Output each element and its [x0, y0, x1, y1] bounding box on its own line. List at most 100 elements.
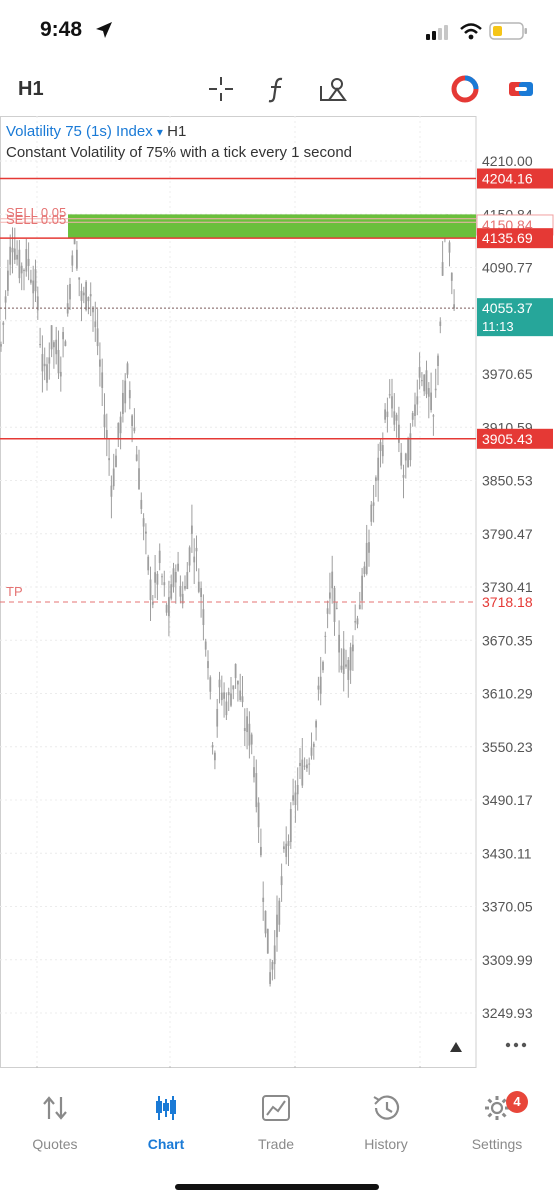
- chart-timeframe: H1: [167, 123, 187, 140]
- candle-body: [427, 388, 430, 397]
- settings-notification-badge: 4: [506, 1091, 528, 1113]
- candle-body: [2, 322, 5, 325]
- candle-body: [168, 597, 170, 617]
- candle-body: [110, 485, 113, 497]
- home-indicator: [175, 1184, 379, 1190]
- candle-body: [340, 665, 343, 670]
- chart-shift-icon[interactable]: [450, 1042, 462, 1052]
- candle-body: [379, 442, 382, 451]
- candle-body: [0, 344, 2, 347]
- candle-body: [202, 609, 205, 625]
- indicators-icon[interactable]: [262, 74, 292, 104]
- candle-body: [112, 468, 115, 487]
- tab-trade[interactable]: Trade: [221, 1093, 331, 1152]
- tab-history-label: History: [364, 1136, 408, 1152]
- candle-body: [20, 265, 23, 274]
- candle-body: [209, 677, 212, 692]
- candle-body: [437, 355, 439, 367]
- candle-body: [140, 499, 143, 509]
- candle-body: [147, 556, 150, 571]
- level-price-label: 4204.16: [482, 171, 533, 187]
- history-icon: [373, 1095, 400, 1120]
- candle-body: [101, 372, 104, 388]
- candle-body: [257, 802, 260, 828]
- candle-body: [27, 258, 30, 266]
- candle-body: [186, 572, 189, 590]
- price-axis-label: 3670.35: [482, 632, 533, 648]
- candle-body: [301, 759, 304, 786]
- candle-body: [342, 648, 345, 674]
- candle-body: [122, 392, 124, 414]
- candle-body: [57, 349, 60, 374]
- candle-body: [184, 586, 186, 589]
- candle-body: [315, 721, 317, 728]
- crosshair-icon[interactable]: [206, 74, 236, 104]
- candle-body: [135, 454, 138, 461]
- tab-quotes[interactable]: Quotes: [0, 1093, 110, 1152]
- price-axis-label: 3490.17: [482, 792, 533, 808]
- candle-body: [234, 663, 237, 679]
- candle-body: [223, 692, 225, 699]
- one-click-trading-icon[interactable]: [450, 74, 480, 104]
- price-axis-label: 4210.00: [482, 153, 533, 169]
- price-axis-label: 3249.93: [482, 1005, 533, 1021]
- timeframe-button[interactable]: H1: [18, 78, 44, 101]
- candle-body: [82, 292, 85, 296]
- candle-body: [423, 374, 426, 392]
- chart-canvas[interactable]: 4210.004150.844090.774030.713970.653910.…: [0, 116, 554, 1068]
- candle-body: [299, 762, 301, 766]
- candle-body: [358, 604, 361, 610]
- candle-body: [243, 728, 246, 731]
- candle-body: [13, 248, 16, 260]
- candle-body: [262, 897, 265, 902]
- tab-quotes-label: Quotes: [32, 1136, 78, 1152]
- candle-body: [172, 568, 175, 588]
- candle-body: [241, 696, 244, 703]
- candle-body: [409, 433, 412, 461]
- tab-history[interactable]: History: [331, 1093, 441, 1152]
- chart-title[interactable]: Volatility 75 (1s) Index ▾ H1: [6, 123, 186, 140]
- candle-body: [48, 357, 51, 364]
- more-options-icon[interactable]: [505, 1042, 511, 1048]
- bar-countdown-label: 11:13: [482, 319, 514, 334]
- drawing-tools-icon[interactable]: [317, 74, 349, 104]
- price-axis-label: 3370.05: [482, 899, 533, 915]
- candle-body: [128, 390, 131, 399]
- candle-body: [441, 262, 444, 276]
- candle-body: [11, 247, 14, 253]
- order-zone[interactable]: [68, 214, 476, 239]
- candle-body: [76, 249, 78, 269]
- candle-body: [319, 676, 322, 694]
- symbol-dropdown-icon[interactable]: ▾: [157, 125, 163, 139]
- symbol-description: Constant Volatility of 75% with a tick e…: [6, 144, 353, 161]
- status-bar: 9:48: [0, 0, 554, 62]
- candle-body: [50, 325, 53, 350]
- sell-order-label: SELL 0.05: [6, 212, 66, 227]
- more-options-icon[interactable]: [513, 1042, 519, 1048]
- candle-body: [368, 542, 370, 553]
- candle-body: [280, 876, 283, 886]
- tab-settings[interactable]: 4 Settings: [442, 1091, 552, 1152]
- candle-body: [133, 427, 136, 432]
- candle-body: [117, 423, 120, 439]
- candle-body: [138, 468, 140, 490]
- candle-body: [25, 249, 28, 272]
- price-chart[interactable]: 4210.004150.844090.774030.713970.653910.…: [0, 116, 554, 1068]
- candle-body: [271, 961, 274, 970]
- new-order-icon[interactable]: [506, 74, 536, 104]
- candle-body: [191, 525, 193, 534]
- candle-body: [248, 723, 251, 746]
- candle-body: [174, 571, 177, 583]
- candle-body: [349, 647, 352, 671]
- candle-body: [347, 659, 350, 680]
- candle-body: [276, 914, 278, 938]
- candle-body: [69, 283, 71, 300]
- symbol-name[interactable]: Volatility 75 (1s) Index: [6, 123, 153, 140]
- candle-body: [411, 413, 414, 420]
- candle-body: [303, 765, 306, 767]
- more-options-icon[interactable]: [521, 1042, 527, 1048]
- candle-body: [354, 621, 357, 623]
- tab-chart[interactable]: Chart: [111, 1093, 221, 1152]
- price-axis-label: 3309.99: [482, 952, 533, 968]
- candle-body: [377, 457, 380, 481]
